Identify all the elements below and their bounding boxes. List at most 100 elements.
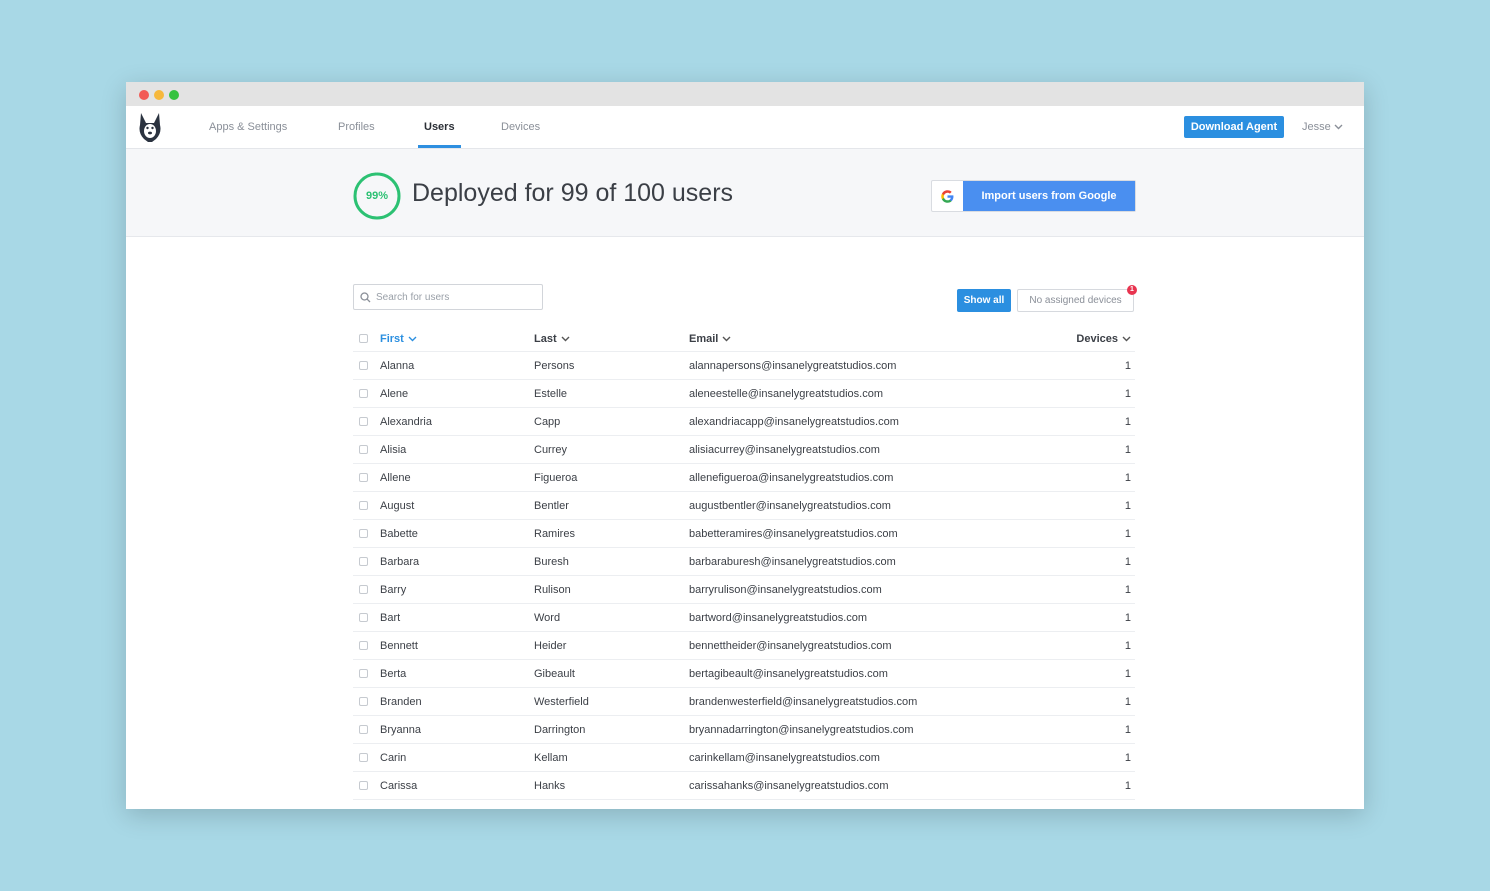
show-all-button[interactable]: Show all [957, 289, 1011, 312]
row-checkbox[interactable] [359, 501, 368, 510]
cell-devices: 1 [1124, 416, 1131, 428]
minimize-window-button[interactable] [154, 90, 164, 100]
cell-devices: 1 [1124, 780, 1131, 792]
table-row[interactable]: Bart Word bartword@insanelygreatstudios.co… [353, 604, 1135, 632]
table-row[interactable]: Carissa Hanks carissahanks@insanelygreatst… [353, 772, 1135, 800]
table-row[interactable]: Branden Westerfield brandenwesterfield@ins… [353, 688, 1135, 716]
cell-last: Heider [534, 640, 567, 652]
cell-devices: 1 [1124, 724, 1131, 736]
window-titlebar [126, 82, 1364, 106]
cell-last: Figueroa [534, 472, 578, 484]
chevron-down-icon [722, 336, 731, 342]
search-input[interactable] [376, 288, 536, 306]
top-nav: Apps & Settings Profiles Users Devices D… [126, 106, 1364, 149]
cell-first: Carissa [380, 780, 418, 792]
search-icon [360, 292, 371, 303]
cell-devices: 1 [1124, 500, 1131, 512]
row-checkbox[interactable] [359, 473, 368, 482]
cell-first: Barbara [380, 556, 420, 568]
row-checkbox[interactable] [359, 585, 368, 594]
table-row[interactable]: Bennett Heider bennettheider@insanelygreat… [353, 632, 1135, 660]
column-header-devices[interactable]: Devices [1076, 326, 1131, 352]
close-window-button[interactable] [139, 90, 149, 100]
cell-devices: 1 [1124, 388, 1131, 400]
cell-last: Bentler [534, 500, 569, 512]
cell-devices: 1 [1124, 612, 1131, 624]
cell-email: alannapersons@insanelygreatstudios.com [689, 360, 897, 372]
cell-email: brandenwesterfield@insanelygreatstudios.… [689, 696, 918, 708]
table-row[interactable]: Barry Rulison barryrulison@insanelygreatst… [353, 576, 1135, 604]
import-google-button[interactable]: Import users from Google [931, 180, 1136, 212]
cell-last: Hanks [534, 780, 566, 792]
table-row[interactable]: Alanna Persons alannapersons@insanelygreat… [353, 352, 1135, 380]
cell-first: Alanna [380, 360, 415, 372]
cell-last: Kellam [534, 752, 568, 764]
row-checkbox[interactable] [359, 557, 368, 566]
cell-last: Persons [534, 360, 575, 372]
cell-first: Branden [380, 696, 422, 708]
tab-devices[interactable]: Devices [501, 106, 540, 148]
tab-profiles[interactable]: Profiles [338, 106, 375, 148]
cell-email: aleneestelle@insanelygreatstudios.com [689, 388, 883, 400]
cell-last: Darrington [534, 724, 586, 736]
row-checkbox[interactable] [359, 781, 368, 790]
user-menu[interactable]: Jesse [1302, 106, 1343, 148]
cell-last: Estelle [534, 388, 568, 400]
cell-first: August [380, 500, 415, 512]
maximize-window-button[interactable] [169, 90, 179, 100]
cell-first: Carin [380, 752, 407, 764]
table-row[interactable]: Barbara Buresh barbaraburesh@insanelygreat… [353, 548, 1135, 576]
search-field[interactable] [353, 284, 543, 310]
cell-email: barbaraburesh@insanelygreatstudios.com [689, 556, 896, 568]
row-checkbox[interactable] [359, 417, 368, 426]
row-checkbox[interactable] [359, 361, 368, 370]
table-row[interactable]: Alexandria Capp alexandriacapp@insanelygre… [353, 408, 1135, 436]
select-all-checkbox[interactable] [359, 334, 368, 343]
table-row[interactable]: Alisia Currey alisiacurrey@insanelygreatst… [353, 436, 1135, 464]
row-checkbox[interactable] [359, 697, 368, 706]
row-checkbox[interactable] [359, 669, 368, 678]
column-header-email[interactable]: Email [689, 326, 731, 352]
cell-first: Alexandria [380, 416, 432, 428]
cell-email: bennettheider@insanelygreatstudios.com [689, 640, 892, 652]
cell-email: bertagibeault@insanelygreatstudios.com [689, 668, 888, 680]
tab-apps-settings[interactable]: Apps & Settings [209, 106, 287, 148]
row-checkbox[interactable] [359, 753, 368, 762]
cell-devices: 1 [1124, 556, 1131, 568]
cell-last: Ramires [534, 528, 575, 540]
row-checkbox[interactable] [359, 725, 368, 734]
cell-first: Babette [380, 528, 418, 540]
cell-first: Allene [380, 472, 411, 484]
table-row[interactable]: Babette Ramires babetteramires@insanelygre… [353, 520, 1135, 548]
deployment-summary: 99% Deployed for 99 of 100 users Import … [126, 149, 1364, 237]
column-header-first[interactable]: First [380, 326, 417, 352]
cell-devices: 1 [1124, 668, 1131, 680]
tab-users[interactable]: Users [418, 106, 461, 148]
column-header-last[interactable]: Last [534, 326, 570, 352]
kangaroo-logo-icon[interactable] [136, 111, 164, 143]
row-checkbox[interactable] [359, 529, 368, 538]
table-row[interactable]: August Bentler augustbentler@insanelygreat… [353, 492, 1135, 520]
cell-devices: 1 [1124, 640, 1131, 652]
cell-first: Bart [380, 612, 401, 624]
cell-first: Alene [380, 388, 409, 400]
table-row[interactable]: Bryanna Darrington bryannadarrington@insan… [353, 716, 1135, 744]
no-assigned-devices-button[interactable]: No assigned devices [1017, 289, 1134, 312]
users-table: First Last Email Devices Alanna Persons al… [353, 326, 1135, 800]
row-checkbox[interactable] [359, 613, 368, 622]
cell-first: Barry [380, 584, 407, 596]
app-window: Apps & Settings Profiles Users Devices D… [126, 82, 1364, 809]
cell-last: Word [534, 612, 561, 624]
progress-percent: 99% [365, 190, 389, 202]
chevron-down-icon [408, 336, 417, 342]
download-agent-button[interactable]: Download Agent [1184, 116, 1284, 138]
table-row[interactable]: Allene Figueroa allenefigueroa@insanelygre… [353, 464, 1135, 492]
cell-email: bartword@insanelygreatstudios.com [689, 612, 868, 624]
table-row[interactable]: Berta Gibeault bertagibeault@insanelygreat… [353, 660, 1135, 688]
row-checkbox[interactable] [359, 389, 368, 398]
table-row[interactable]: Alene Estelle aleneestelle@insanelygreatst… [353, 380, 1135, 408]
row-checkbox[interactable] [359, 641, 368, 650]
row-checkbox[interactable] [359, 445, 368, 454]
table-body: Alanna Persons alannapersons@insanelygreat… [353, 352, 1135, 800]
table-row[interactable]: Carin Kellam carinkellam@insanelygreatstud… [353, 744, 1135, 772]
